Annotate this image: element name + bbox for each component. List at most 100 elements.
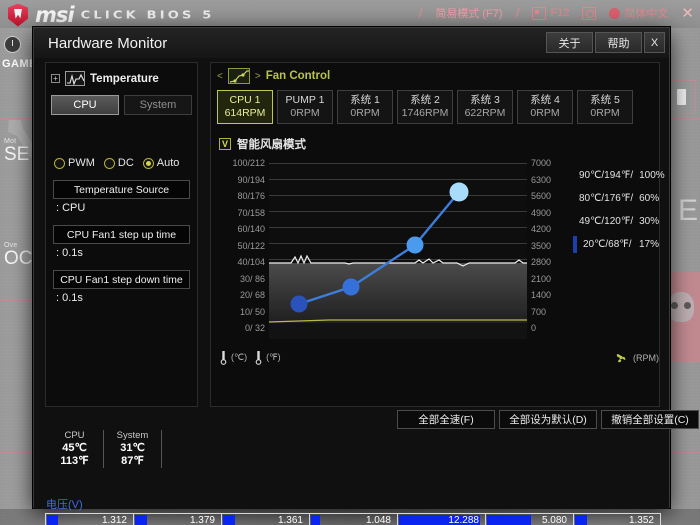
skull-icon: [668, 292, 694, 322]
fan-curve-icon: [227, 68, 250, 84]
legend-item: 80℃/176℉/ 60%: [573, 187, 659, 210]
y2-tick: 3500: [531, 240, 552, 251]
legend-pct: 30%: [639, 216, 660, 227]
voltage-fill: [135, 515, 147, 525]
fan-button-sys2-name: 系统 2: [410, 94, 440, 106]
tab-cpu[interactable]: CPU: [51, 95, 119, 115]
temperature-summary: CPU 45℃ 113℉ System 31℃ 87℉: [46, 430, 162, 468]
voltage-fill: [223, 515, 235, 525]
slash-divider-right: /: [515, 5, 520, 21]
smart-fan-mode-checkbox[interactable]: V: [219, 138, 231, 150]
chart-plot-area[interactable]: [269, 163, 527, 339]
radio-auto[interactable]: [142, 157, 154, 169]
voltage-cell-cpu-sa: 1.361 CPU SA: [221, 513, 309, 525]
ez-mode-button[interactable]: 简易模式 (F7): [435, 5, 502, 21]
fan-button-sys3[interactable]: 系统 3 622RPM: [457, 90, 513, 124]
y-tick: 0/ 32: [244, 323, 265, 333]
smart-fan-mode-label: 智能风扇模式: [237, 139, 306, 151]
fan-control-panel: < > Fan Control CPU 1 614RPM PUMP 1 0RPM…: [210, 62, 665, 407]
chart-unit-row: (℃) (℉) (RPM): [219, 350, 659, 365]
voltage-bar-row: 1.312 CPU核心 1.379 CPU I/O: [45, 513, 661, 525]
camera-icon: [532, 6, 547, 20]
voltage-track: 5.080: [485, 513, 573, 525]
slash-divider-left: /: [418, 5, 423, 21]
fan-button-sys4-rpm: 0RPM: [530, 107, 560, 119]
radio-dc[interactable]: [103, 157, 115, 169]
tree-expand-icon[interactable]: +: [51, 74, 60, 83]
chart-y-axis-right: 7000 6300 5600 4900 4200 3500 2800 2100 …: [531, 158, 571, 340]
voltage-value: 1.361: [277, 515, 303, 525]
fan-button-pump1[interactable]: PUMP 1 0RPM: [277, 90, 333, 124]
close-icon[interactable]: ✕: [681, 4, 694, 22]
chart-legend: 90℃/194℉/ 100% 80℃/176℉/ 60% 49℃/120℉/ 3…: [573, 164, 665, 256]
chart-y-axis-left: 100/212 90/194 80/176 70/158 60/140 50/1…: [217, 158, 265, 340]
temperature-header: + Temperature: [46, 63, 197, 86]
fan-button-sys2[interactable]: 系统 2 1746RPM: [397, 90, 453, 124]
legend-item: 20℃/68℉/ 17%: [573, 233, 659, 256]
all-full-speed-button[interactable]: 全部全速(F): [397, 410, 495, 429]
legend-temp: 20℃/68℉/: [583, 239, 632, 250]
fan-button-sys1[interactable]: 系统 1 0RPM: [337, 90, 393, 124]
tab-system[interactable]: System: [124, 95, 192, 115]
fan-button-sys5-name: 系统 5: [590, 94, 620, 106]
fan-button-sys5-rpm: 0RPM: [590, 107, 620, 119]
chevron-left-icon[interactable]: <: [217, 71, 223, 82]
fan-button-sys4[interactable]: 系统 4 0RPM: [517, 90, 573, 124]
voltage-value: 1.048: [365, 515, 391, 525]
screenshot-button[interactable]: F12: [532, 6, 569, 20]
voltage-track: 12.288: [397, 513, 485, 525]
fan-rpm-icon: [614, 351, 628, 364]
voltage-fill: [47, 515, 58, 525]
radio-auto-label: Auto: [156, 157, 180, 169]
rpm-label: (RPM): [633, 352, 659, 363]
voltage-value: 1.312: [101, 515, 127, 525]
radio-pwm[interactable]: [54, 157, 65, 169]
temp-summary-system-name: System: [116, 430, 149, 441]
temp-summary-system-fahrenheit: 87℉: [121, 455, 144, 467]
y2-tick: 4900: [531, 207, 552, 218]
y-tick: 40/104: [237, 257, 265, 267]
y-tick: 30/ 86: [239, 273, 265, 284]
undo-all-settings-button[interactable]: 撤销全部设置(C): [601, 410, 699, 429]
y-tick: 20/ 68: [239, 290, 265, 300]
smart-fan-mode-row: V 智能风扇模式: [211, 124, 659, 152]
fan-button-cpu1[interactable]: CPU 1 614RPM: [217, 90, 273, 124]
legend-temp: 49℃/120℉/: [579, 216, 634, 227]
voltage-fill: [575, 515, 587, 525]
set-all-default-button[interactable]: 全部设为默认(D): [499, 410, 597, 429]
temp-summary-cpu-celsius: 45℃: [62, 442, 87, 454]
about-button[interactable]: 关于: [546, 32, 593, 53]
legend-item: 90℃/194℉/ 100%: [573, 164, 665, 187]
dialog-titlebar: Hardware Monitor 关于 帮助 X: [34, 28, 669, 58]
right-ghost-label: E: [677, 194, 698, 227]
y-tick: 10/ 50: [239, 306, 265, 317]
temperature-source-button[interactable]: Temperature Source: [53, 180, 190, 199]
dialog-title-buttons: 关于 帮助 X: [546, 32, 665, 53]
step-up-time-button[interactable]: CPU Fan1 step up time: [53, 225, 190, 244]
temp-summary-cpu-fahrenheit: 113℉: [60, 455, 89, 467]
chevron-right-icon[interactable]: >: [255, 71, 261, 82]
msi-dragon-shield-icon: [8, 3, 28, 27]
msi-wordmark: msi: [35, 3, 75, 27]
search-icon[interactable]: [582, 6, 597, 20]
step-down-time-value: : 0.1s: [56, 292, 83, 304]
language-selector[interactable]: 简体中文: [609, 5, 668, 21]
fan-button-cpu1-name: CPU 1: [229, 94, 261, 106]
voltage-track: 1.352: [573, 513, 661, 525]
step-down-time-button[interactable]: CPU Fan1 step down time: [53, 270, 190, 289]
bios-screen: msi CLICK BIOS 5 / 简易模式 (F7) / F12 简体中文 …: [0, 0, 700, 525]
y-tick: 100/212: [232, 158, 265, 168]
voltage-cell-pch: 1.048 PCH: [309, 513, 397, 525]
thermometer-celsius-icon: [219, 350, 228, 365]
voltage-value: 1.352: [628, 515, 654, 525]
legend-swatch: [573, 236, 577, 253]
temp-summary-system: System 31℃ 87℉: [104, 430, 162, 468]
fan-mode-radio-group: PWM DC Auto: [46, 115, 197, 169]
fan-button-sys5[interactable]: 系统 5 0RPM: [577, 90, 633, 124]
temp-summary-cpu-name: CPU: [64, 430, 85, 441]
dialog-body: + Temperature CPU System PWM DC Auto Tem…: [34, 58, 699, 525]
close-button[interactable]: X: [644, 32, 665, 53]
help-button[interactable]: 帮助: [595, 32, 642, 53]
fan-selector-list: CPU 1 614RPM PUMP 1 0RPM 系统 1 0RPM 系统 2 …: [211, 84, 651, 124]
legend-item: 49℃/120℉/ 30%: [573, 210, 659, 233]
